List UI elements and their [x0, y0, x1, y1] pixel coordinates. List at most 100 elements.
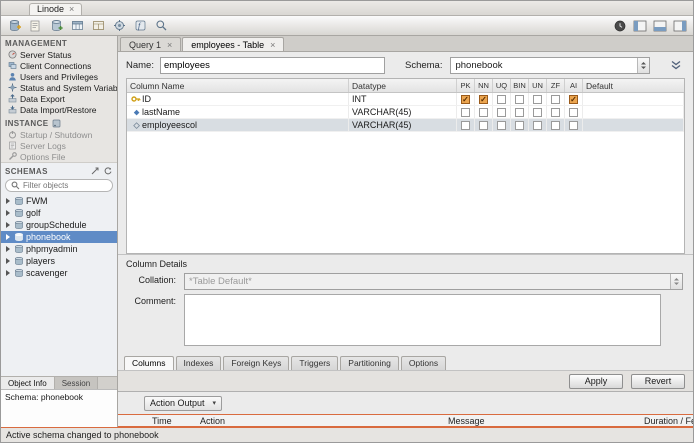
sidebar-item-users-privileges[interactable]: Users and Privileges — [1, 71, 117, 82]
default-cell[interactable] — [583, 119, 684, 131]
schemas-adjust-icon[interactable] — [90, 166, 100, 176]
sidebar-item-client-connections[interactable]: Client Connections — [1, 60, 117, 71]
sidebar-item-server-status[interactable]: Server Status — [1, 49, 117, 60]
output-type-select[interactable]: Action Output ▾ — [144, 395, 223, 411]
table-name-input[interactable] — [159, 56, 385, 74]
tab-triggers[interactable]: Triggers — [291, 356, 339, 370]
create-function-icon[interactable]: f — [132, 18, 149, 33]
tab-employees-table[interactable]: employees - Table × — [182, 37, 285, 51]
zf-checkbox[interactable] — [551, 120, 560, 130]
bin-checkbox[interactable] — [515, 107, 524, 117]
nn-checkbox[interactable]: ✓ — [479, 94, 488, 104]
tab-partitioning[interactable]: Partitioning — [340, 356, 399, 370]
uq-checkbox[interactable] — [497, 94, 506, 104]
sidebar-item-data-export[interactable]: Data Export — [1, 93, 117, 104]
output-header-message[interactable]: Message — [448, 416, 644, 426]
schema-item-phpmyadmin[interactable]: phpmyadmin — [1, 243, 117, 255]
ai-checkbox[interactable] — [569, 107, 578, 117]
schema-item-fwm[interactable]: FWM — [1, 195, 117, 207]
schema-item-groupschedule[interactable]: groupSchedule — [1, 219, 117, 231]
schema-item-players[interactable]: players — [1, 255, 117, 267]
combo-stepper-icon[interactable] — [670, 274, 682, 289]
un-checkbox[interactable] — [533, 94, 542, 104]
expand-arrow-icon[interactable] — [6, 270, 10, 276]
bin-checkbox[interactable] — [515, 94, 524, 104]
create-procedure-icon[interactable] — [111, 18, 128, 33]
table-row-employeescol[interactable]: employeescol VARCHAR(45) — [127, 119, 684, 132]
pk-checkbox[interactable] — [461, 107, 470, 117]
schema-item-phonebook[interactable]: phonebook — [1, 231, 117, 243]
schema-item-scavenger[interactable]: scavenger — [1, 267, 117, 279]
schema-select[interactable]: phonebook — [450, 56, 651, 74]
header-zf[interactable]: ZF — [547, 79, 565, 92]
create-schema-icon[interactable] — [48, 18, 65, 33]
header-column-name[interactable]: Column Name — [127, 79, 349, 92]
zf-checkbox[interactable] — [551, 94, 560, 104]
clock-icon[interactable] — [611, 18, 628, 33]
expand-arrow-icon[interactable] — [6, 222, 10, 228]
ai-checkbox[interactable] — [569, 120, 578, 130]
output-header-action[interactable]: Action — [200, 416, 448, 426]
un-checkbox[interactable] — [533, 107, 542, 117]
connection-tab-linode[interactable]: Linode × — [29, 3, 83, 15]
search-table-data-icon[interactable] — [153, 18, 170, 33]
uq-checkbox[interactable] — [497, 120, 506, 130]
tab-foreign-keys[interactable]: Foreign Keys — [223, 356, 290, 370]
tab-columns[interactable]: Columns — [124, 356, 174, 370]
header-pk[interactable]: PK — [457, 79, 475, 92]
close-icon[interactable]: × — [167, 40, 172, 50]
header-bin[interactable]: BIN — [511, 79, 529, 92]
toggle-output-area-icon[interactable] — [651, 18, 668, 33]
toggle-secondary-sidebar-icon[interactable] — [671, 18, 688, 33]
tab-indexes[interactable]: Indexes — [175, 356, 222, 370]
un-checkbox[interactable] — [533, 120, 542, 130]
default-cell[interactable] — [583, 106, 684, 118]
schemas-refresh-icon[interactable] — [103, 166, 113, 176]
sidebar-item-data-import[interactable]: Data Import/Restore — [1, 104, 117, 115]
expand-arrow-icon[interactable] — [6, 198, 10, 204]
expand-arrow-icon[interactable] — [6, 258, 10, 264]
new-query-tab-icon[interactable] — [6, 18, 23, 33]
pk-checkbox[interactable] — [461, 120, 470, 130]
expand-arrow-icon[interactable] — [6, 234, 10, 240]
tab-object-info[interactable]: Object Info — [1, 377, 55, 389]
nn-checkbox[interactable] — [479, 120, 488, 130]
table-row-id[interactable]: ID INT ✓ ✓ ✓ — [127, 93, 684, 106]
comment-textarea[interactable] — [184, 294, 661, 346]
sidebar-item-status-system-variables[interactable]: Status and System Variables — [1, 82, 117, 93]
bin-checkbox[interactable] — [515, 120, 524, 130]
close-icon[interactable]: × — [69, 4, 74, 14]
sidebar-item-options-file[interactable]: Options File — [1, 151, 117, 162]
output-header-time[interactable]: Time — [152, 416, 200, 426]
grid-empty-area[interactable] — [127, 132, 684, 253]
create-view-icon[interactable] — [90, 18, 107, 33]
uq-checkbox[interactable] — [497, 107, 506, 117]
sidebar-item-server-logs[interactable]: Server Logs — [1, 140, 117, 151]
zf-checkbox[interactable] — [551, 107, 560, 117]
expand-arrow-icon[interactable] — [6, 210, 10, 216]
table-row-lastname[interactable]: lastName VARCHAR(45) — [127, 106, 684, 119]
create-table-icon[interactable] — [69, 18, 86, 33]
nn-checkbox[interactable] — [479, 107, 488, 117]
pk-checkbox[interactable]: ✓ — [461, 94, 470, 104]
expand-arrow-icon[interactable] — [6, 246, 10, 252]
tab-session[interactable]: Session — [54, 377, 99, 389]
revert-button[interactable]: Revert — [631, 373, 685, 389]
apply-button[interactable]: Apply — [569, 373, 623, 389]
default-cell[interactable] — [583, 93, 684, 105]
schema-item-golf[interactable]: golf — [1, 207, 117, 219]
header-datatype[interactable]: Datatype — [349, 79, 457, 92]
toggle-sidebar-panel-icon[interactable] — [631, 18, 648, 33]
combo-stepper-icon[interactable] — [637, 57, 650, 73]
schema-filter-input[interactable] — [23, 181, 108, 190]
tab-query-1[interactable]: Query 1 × — [120, 37, 182, 51]
tab-options[interactable]: Options — [400, 356, 447, 370]
header-default[interactable]: Default — [583, 79, 684, 92]
sidebar-item-startup-shutdown[interactable]: Startup / Shutdown — [1, 129, 117, 140]
header-nn[interactable]: NN — [475, 79, 493, 92]
close-icon[interactable]: × — [270, 40, 275, 50]
collation-select[interactable]: *Table Default* — [184, 273, 683, 290]
header-un[interactable]: UN — [529, 79, 547, 92]
header-uq[interactable]: UQ — [493, 79, 511, 92]
output-header-duration[interactable]: Duration / Fetch — [644, 416, 693, 426]
